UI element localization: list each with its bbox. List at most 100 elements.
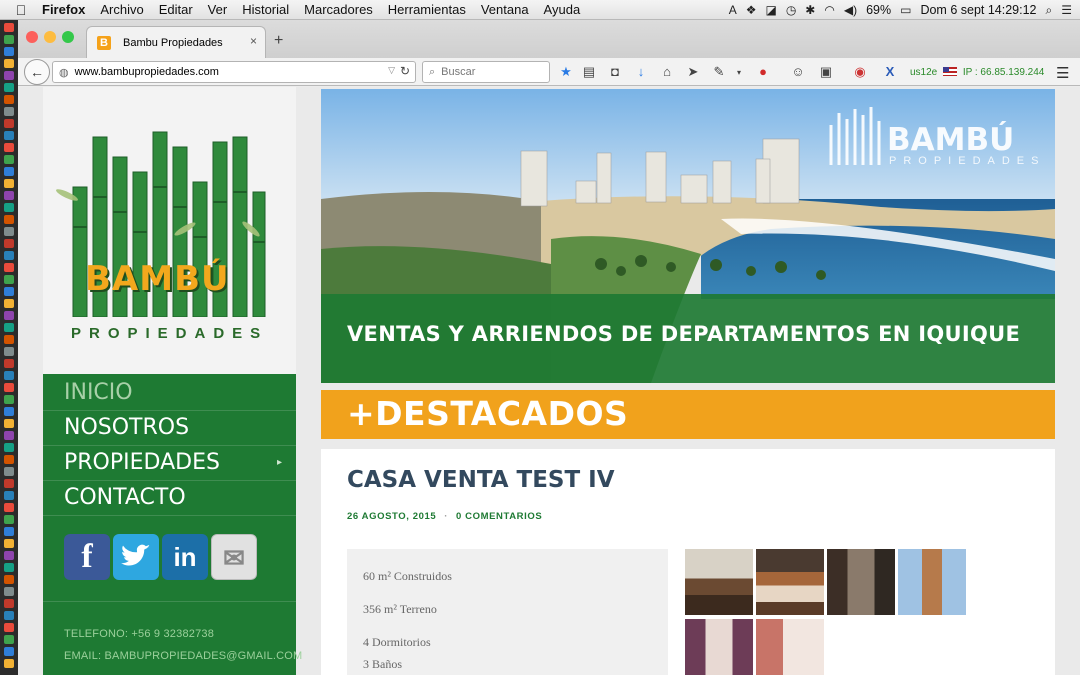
search-placeholder[interactable]: Buscar [441,66,475,78]
property-photo-room[interactable] [685,619,753,675]
new-tab-button[interactable]: + [274,32,283,50]
menu-ver[interactable]: Ver [208,2,228,17]
url-dropdown-icon[interactable]: ▽ [388,65,395,76]
dock-app-icon[interactable] [4,251,14,260]
property-photo-living[interactable] [827,549,895,615]
dock-app-icon[interactable] [4,311,14,320]
send-icon[interactable]: ➤ [685,64,701,80]
menu-icon[interactable]: ☰ [1056,64,1069,82]
dock-app-icon[interactable] [4,167,14,176]
browser-tab[interactable]: B Bambu Propiedades × [86,26,266,58]
dock-app-icon[interactable] [4,527,14,536]
dock-app-icon[interactable] [4,503,14,512]
dock-app-icon[interactable] [4,215,14,224]
dock-app-icon[interactable] [4,143,14,152]
dock-app-icon[interactable] [4,407,14,416]
dock-app-icon[interactable] [4,35,14,44]
dock-app-icon[interactable] [4,347,14,356]
apple-icon[interactable]:  [0,2,42,18]
twitter-icon[interactable] [113,534,159,580]
battery-percent[interactable]: 69% [866,3,891,17]
property-photo-bedroom[interactable] [756,549,824,615]
dock-app-icon[interactable] [4,299,14,308]
nav-item-contacto[interactable]: CONTACTO [43,481,296,516]
dock-app-icon[interactable] [4,47,14,56]
dock-app-icon[interactable] [4,467,14,476]
dock-app-icon[interactable] [4,455,14,464]
chat-icon[interactable]: ☺ [790,64,806,79]
ip-indicator[interactable]: us12e IP : 66.85.139.244 [910,66,1044,78]
dock-app-icon[interactable] [4,371,14,380]
screenshot-icon[interactable]: ▣ [818,64,834,80]
dropbox-icon[interactable]: ❖ [746,3,757,17]
dock-app-icon[interactable] [4,419,14,428]
logo[interactable]: BAMBÚ PROPIEDADES [43,87,296,374]
dock-app-icon[interactable] [4,155,14,164]
notification-center-icon[interactable]: ☰ [1061,3,1072,17]
dock-app-icon[interactable] [4,659,14,668]
zoom-window-button[interactable] [62,31,74,43]
dock-app-icon[interactable] [4,395,14,404]
bluetooth-icon[interactable]: ✱ [805,3,815,17]
dock-app-icon[interactable] [4,71,14,80]
dock-app-icon[interactable] [4,95,14,104]
dock-app-icon[interactable] [4,83,14,92]
dock-app-icon[interactable] [4,635,14,644]
property-photo-kitchen[interactable] [685,549,753,615]
dock-app-icon[interactable] [4,23,14,32]
url-bar[interactable]: ◍ www.bambupropiedades.com ▽ ↻ [52,61,416,83]
close-tab-icon[interactable]: × [250,34,257,48]
dock-app-icon[interactable] [4,623,14,632]
nav-item-inicio[interactable]: INICIO [43,376,296,411]
bookmarks-list-icon[interactable]: ▤ [581,64,597,80]
volume-icon[interactable]: ◀) [844,3,857,17]
bookmark-star-icon[interactable]: ★ [558,64,574,80]
property-photo-building[interactable] [898,549,966,615]
battery-icon[interactable]: ▭ [900,3,911,17]
downloads-icon[interactable]: ↓ [633,64,649,79]
home-icon[interactable]: ⌂ [659,64,675,79]
dock-app-icon[interactable] [4,287,14,296]
menu-herramientas[interactable]: Herramientas [388,2,466,17]
dock-app-icon[interactable] [4,479,14,488]
dock-app-icon[interactable] [4,383,14,392]
screen-icon[interactable]: ◪ [765,3,776,17]
dock-app-icon[interactable] [4,119,14,128]
dock-app-icon[interactable] [4,599,14,608]
menu-marcadores[interactable]: Marcadores [304,2,373,17]
menu-ayuda[interactable]: Ayuda [544,2,581,17]
dock-app-icon[interactable] [4,575,14,584]
dock-app-icon[interactable] [4,239,14,248]
mail-icon[interactable]: ✉ [211,534,257,580]
pocket-icon[interactable]: ◘ [607,64,623,79]
nav-item-propiedades[interactable]: PROPIEDADES ▸ [43,446,296,481]
dock-app-icon[interactable] [4,323,14,332]
facebook-icon[interactable]: f [64,534,110,580]
clock[interactable]: Dom 6 sept 14:29:12 [920,3,1036,17]
extension-icon[interactable]: ✎ [711,64,727,80]
dock-app-icon[interactable] [4,491,14,500]
dock-app-icon[interactable] [4,611,14,620]
back-button[interactable]: ← [24,59,50,85]
dock-app-icon[interactable] [4,59,14,68]
dock-app-icon[interactable] [4,203,14,212]
close-window-button[interactable] [26,31,38,43]
menu-archivo[interactable]: Archivo [100,2,143,17]
menu-historial[interactable]: Historial [242,2,289,17]
dock-app-icon[interactable] [4,227,14,236]
dock-app-icon[interactable] [4,563,14,572]
dock-app-icon[interactable] [4,551,14,560]
dock-app-icon[interactable] [4,263,14,272]
linkedin-icon[interactable]: in [162,534,208,580]
dock-app-icon[interactable] [4,515,14,524]
spotlight-icon[interactable]: ⌕ [1046,3,1053,18]
dock-app-icon[interactable] [4,335,14,344]
url-text[interactable]: www.bambupropiedades.com [75,66,219,78]
dock-app-icon[interactable] [4,431,14,440]
post-date[interactable]: 26 AGOSTO, 2015 [347,511,436,522]
property-photo-bedroom-2[interactable] [756,619,824,675]
nav-item-nosotros[interactable]: NOSOTROS [43,411,296,446]
wifi-icon[interactable]: ◠ [824,3,834,17]
dock-app-icon[interactable] [4,131,14,140]
time-machine-icon[interactable]: ◷ [786,3,796,17]
